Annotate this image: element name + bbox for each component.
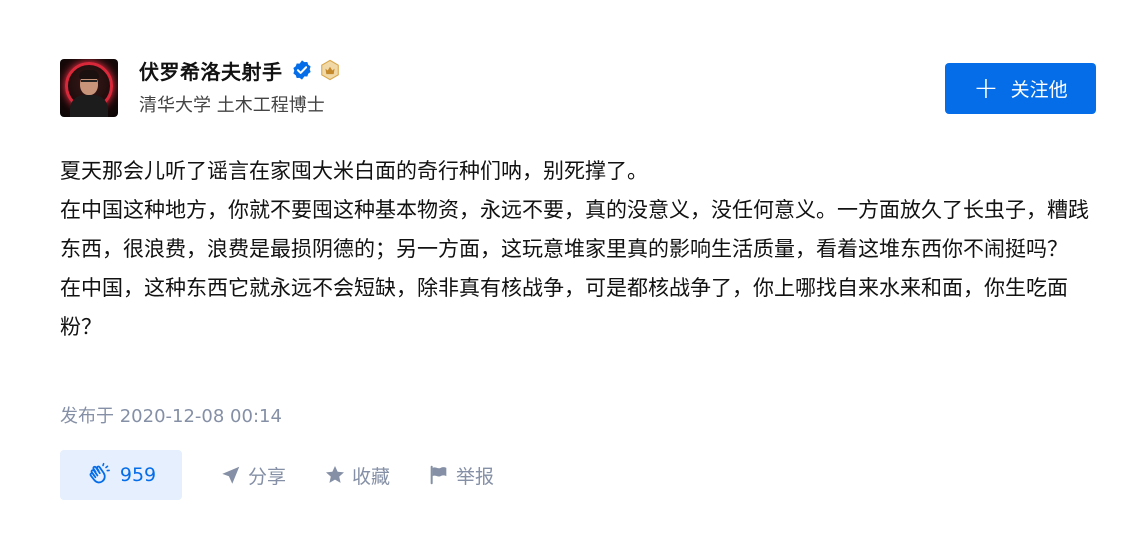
collect-label: 收藏 <box>352 465 391 488</box>
share-button[interactable]: 分享 <box>220 462 286 489</box>
star-icon <box>326 466 344 483</box>
applause-count: 959 <box>119 464 157 486</box>
clap-icon <box>89 462 110 484</box>
applause-button[interactable]: 959 <box>60 450 182 500</box>
author-name-row: 伏罗希洛夫射手 <box>139 55 341 85</box>
action-bar: 959 分享 收藏 举报 <box>60 450 494 500</box>
verified-icon <box>292 60 311 80</box>
author-header: 伏罗希洛夫射手 清华大学 土木工程博士 + 关注他 <box>60 55 1096 125</box>
publish-timestamp[interactable]: 发布于 2020-12-08 00:14 <box>60 402 282 428</box>
plus-icon: + <box>973 70 999 106</box>
follow-label: 关注他 <box>1010 79 1068 101</box>
post-content: 夏天那会儿听了谣言在家囤大米白面的奇行种们呐，别死撑了。 在中国这种地方，你就不… <box>60 152 1100 347</box>
share-icon <box>222 466 240 484</box>
collect-button[interactable]: 收藏 <box>324 462 390 489</box>
follow-button[interactable]: + 关注他 <box>945 63 1096 114</box>
author-headline: 清华大学 土木工程博士 <box>139 95 325 116</box>
report-button[interactable]: 举报 <box>428 462 494 489</box>
author-name[interactable]: 伏罗希洛夫射手 <box>139 56 283 85</box>
content-paragraph: 在中国，这种东西它就永远不会短缺，除非真有核战争，可是都核战争了，你上哪找自来水… <box>60 276 1068 339</box>
share-label: 分享 <box>248 465 287 488</box>
content-paragraph: 夏天那会儿听了谣言在家囤大米白面的奇行种们呐，别死撑了。 <box>60 159 648 183</box>
avatar[interactable] <box>60 59 118 117</box>
report-label: 举报 <box>456 465 495 488</box>
creator-badge-icon <box>320 59 339 81</box>
flag-icon <box>430 465 447 485</box>
content-paragraph: 在中国这种地方，你就不要囤这种基本物资，永远不要，真的没意义，没任何意义。一方面… <box>60 198 1089 261</box>
